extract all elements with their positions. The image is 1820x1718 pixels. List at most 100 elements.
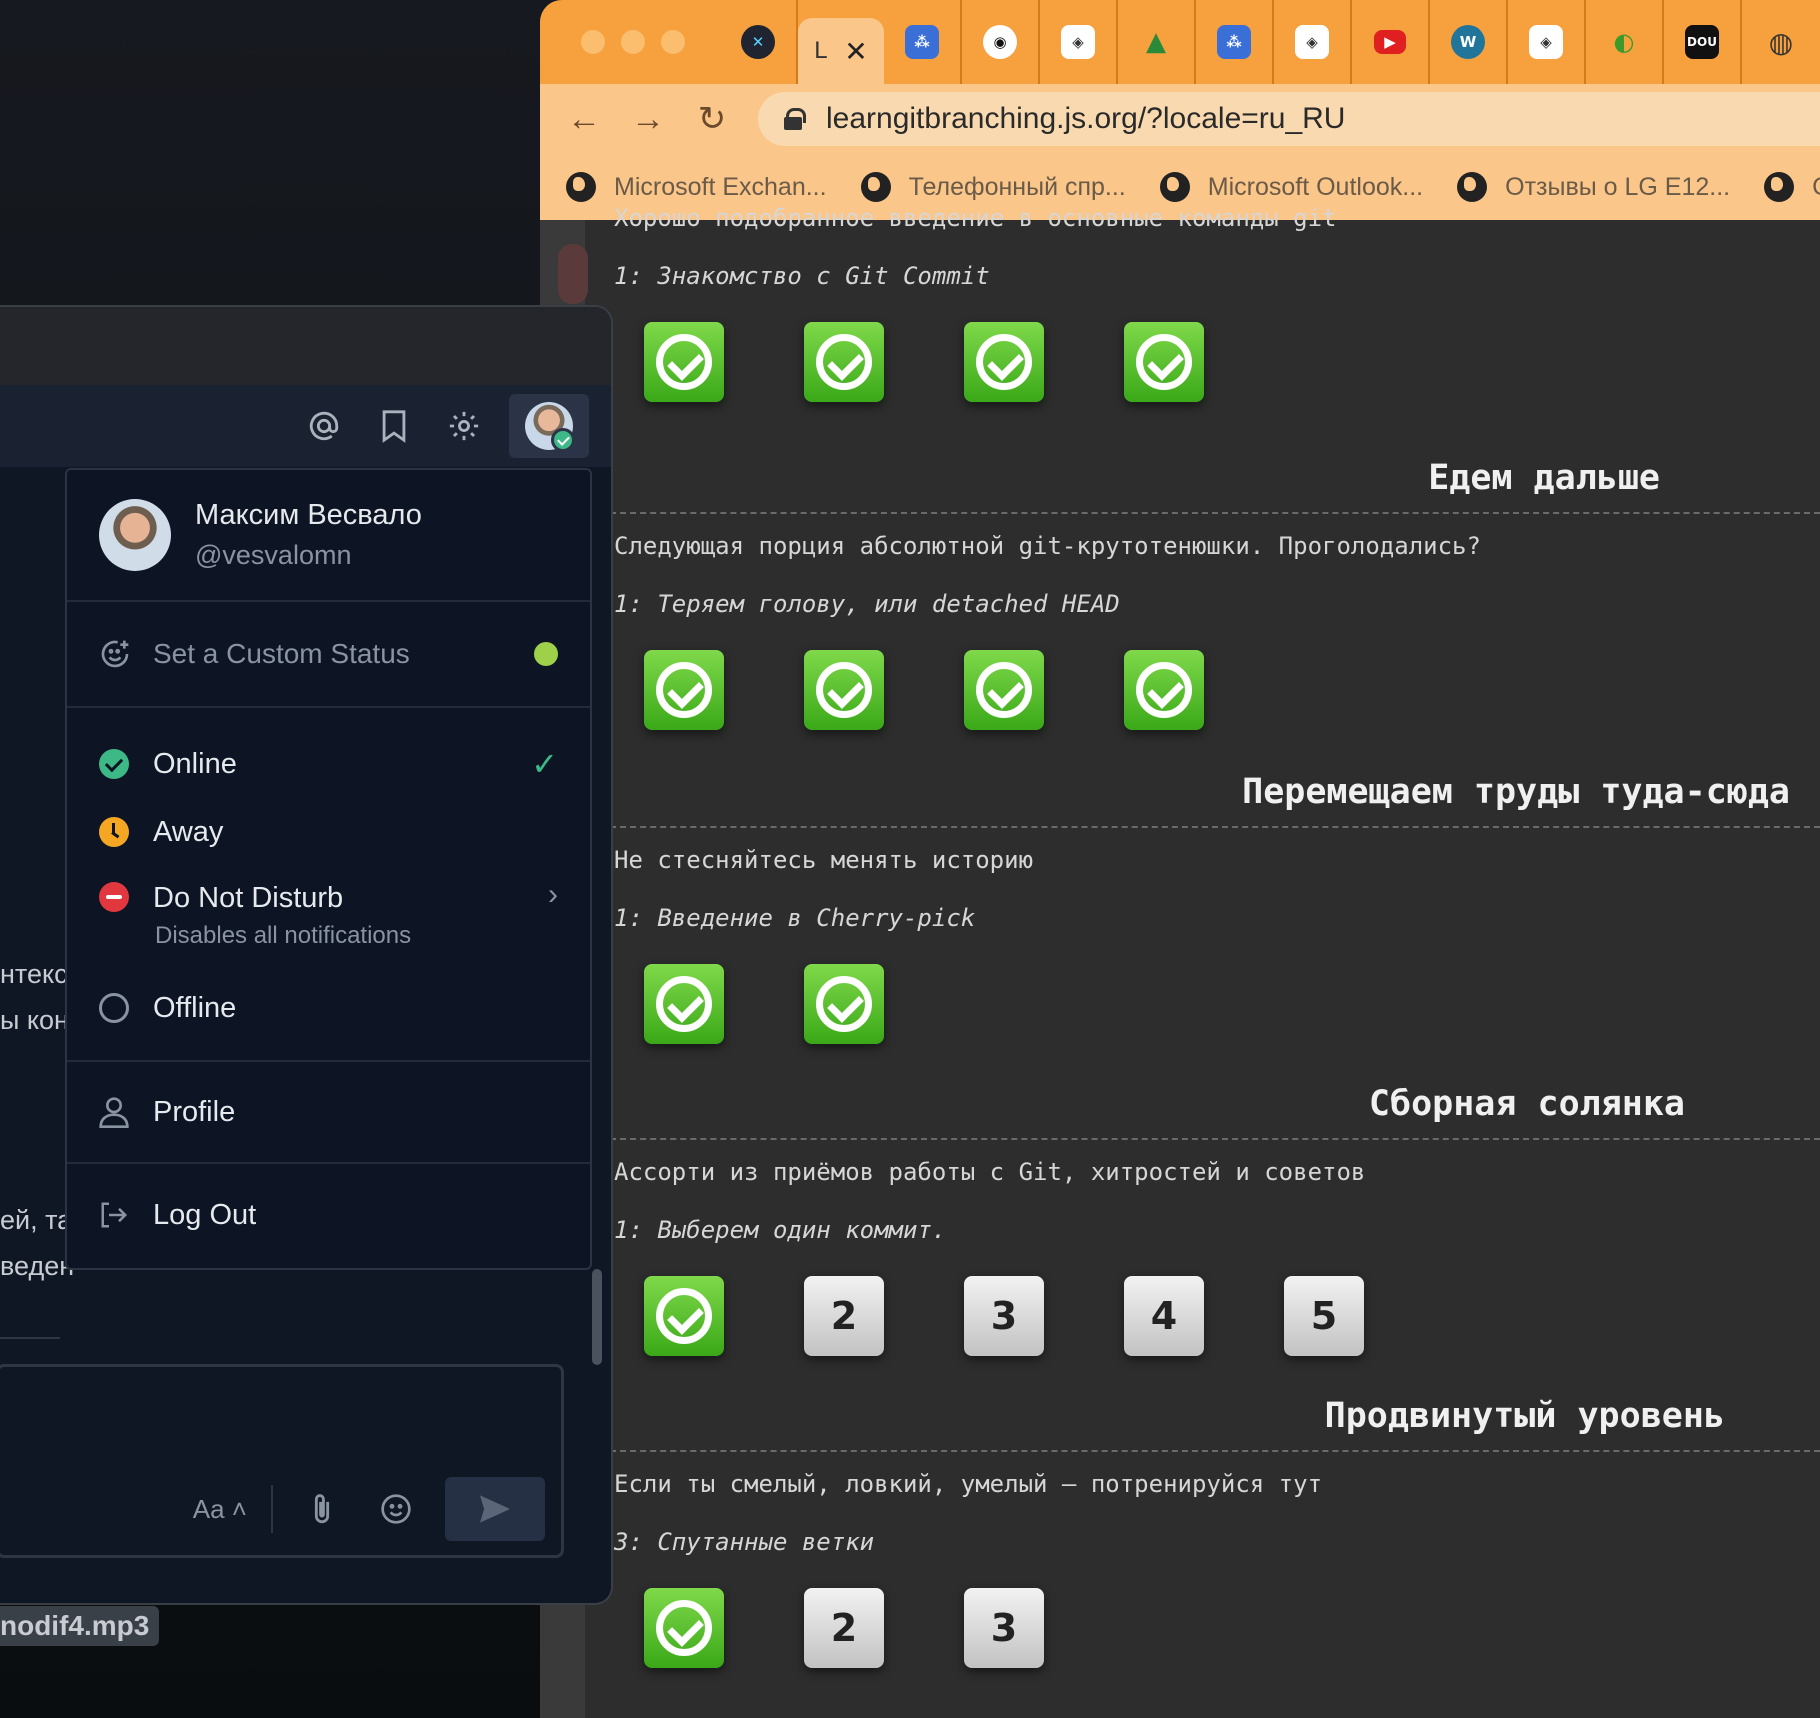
level-completed-button[interactable] bbox=[644, 1276, 724, 1356]
globe-icon bbox=[1159, 172, 1190, 202]
scrollbar[interactable] bbox=[592, 1269, 602, 1365]
checkmark-icon bbox=[656, 662, 712, 718]
level-list: 23 bbox=[614, 1588, 1820, 1668]
send-icon bbox=[480, 1495, 510, 1523]
section-5: Продвинутый уровень Если ты смелый, ловк… bbox=[600, 1396, 1820, 1668]
level-number-button[interactable]: 5 bbox=[1284, 1276, 1364, 1356]
user-handle: @vesvalomn bbox=[195, 540, 352, 570]
forward-button[interactable]: → bbox=[616, 100, 680, 139]
message-composer[interactable]: Aa ˄ bbox=[0, 1364, 564, 1558]
back-button[interactable]: ← bbox=[552, 100, 616, 139]
bookmark-item[interactable]: Телефонный спр... bbox=[860, 172, 1126, 202]
section-4: Сборная солянка Ассорти из приёмов работ… bbox=[600, 1084, 1820, 1356]
section-sub: 1: Выберем один коммит. bbox=[614, 1216, 947, 1244]
checkmark-icon bbox=[816, 334, 872, 390]
profile-item[interactable]: Profile bbox=[67, 1062, 590, 1164]
bookmark-item[interactable]: C bbox=[1764, 172, 1820, 202]
tab-extension[interactable]: ◐ bbox=[1586, 0, 1664, 84]
section-desc: Следующая порция абсолютной git-крутотен… bbox=[614, 532, 1481, 560]
formatting-toggle[interactable]: Aa ˄ bbox=[193, 1494, 247, 1525]
checkmark-icon: ✓ bbox=[531, 746, 558, 782]
level-select-page: Хорошо подобранное введение в основные к… bbox=[540, 204, 1820, 1718]
level-completed-button[interactable] bbox=[804, 650, 884, 730]
checkmark-icon bbox=[976, 334, 1032, 390]
level-number-button[interactable]: 2 bbox=[804, 1588, 884, 1668]
reload-button[interactable]: ↻ bbox=[680, 99, 744, 139]
tab-git-branching[interactable]: ⁂ bbox=[884, 0, 962, 84]
status-online-item[interactable]: Online ✓ bbox=[67, 730, 590, 798]
bookmark-item[interactable]: Microsoft Outlook... bbox=[1159, 172, 1423, 202]
chat-header bbox=[0, 385, 611, 467]
status-offline-item[interactable]: Offline bbox=[67, 974, 590, 1042]
desktop-file-label[interactable]: nodif4.mp3 bbox=[0, 1606, 160, 1646]
bookmark-item[interactable]: Microsoft Exchan... bbox=[566, 172, 827, 202]
github-icon: ◉ bbox=[983, 25, 1017, 59]
send-button[interactable] bbox=[445, 1477, 545, 1541]
chrome-icon: ◍ bbox=[1768, 25, 1794, 59]
status-away-item[interactable]: Away bbox=[67, 798, 590, 866]
close-tab-icon[interactable]: ✕ bbox=[844, 35, 867, 68]
level-completed-button[interactable] bbox=[804, 964, 884, 1044]
section-sub: 1: Знакомство с Git Commit bbox=[614, 262, 990, 290]
level-number-button[interactable]: 2 bbox=[804, 1276, 884, 1356]
level-completed-button[interactable] bbox=[1124, 322, 1204, 402]
tab-devtools[interactable]: ✕ bbox=[720, 0, 798, 84]
level-completed-button[interactable] bbox=[804, 322, 884, 402]
account-avatar-button[interactable] bbox=[509, 394, 589, 458]
level-completed-button[interactable] bbox=[644, 1588, 724, 1668]
tab-wordpress[interactable]: W bbox=[1430, 0, 1508, 84]
level-completed-button[interactable] bbox=[644, 650, 724, 730]
checkmark-icon bbox=[656, 334, 712, 390]
level-number-button[interactable]: 3 bbox=[964, 1276, 1044, 1356]
section-title: Продвинутый уровень bbox=[600, 1396, 1820, 1452]
saved-messages-icon[interactable] bbox=[369, 401, 419, 451]
level-completed-button[interactable] bbox=[644, 322, 724, 402]
emoji-icon[interactable] bbox=[371, 1484, 421, 1534]
status-dnd-item[interactable]: Do Not Disturb Disables all notification… bbox=[67, 866, 590, 974]
checkmark-icon bbox=[1136, 662, 1192, 718]
level-completed-button[interactable] bbox=[1124, 650, 1204, 730]
tab-codewars[interactable]: ◈ bbox=[1040, 0, 1118, 84]
section-3: Перемещаем труды туда-сюда Не стесняйтес… bbox=[600, 772, 1820, 1044]
online-status-icon bbox=[551, 428, 575, 452]
status-indicator bbox=[534, 642, 558, 666]
tab-google-drive[interactable]: ▲ bbox=[1118, 0, 1196, 84]
tab-youtube[interactable]: ▶ bbox=[1352, 0, 1430, 84]
tab-codewars-2[interactable]: ◈ bbox=[1274, 0, 1352, 84]
section-desc: Хорошо подобранное введение в основные к… bbox=[614, 204, 1337, 232]
set-custom-status-item[interactable]: Set a Custom Status bbox=[67, 602, 590, 708]
tab-chrome[interactable]: ◍ bbox=[1742, 0, 1820, 84]
tab-dou[interactable]: DOU bbox=[1664, 0, 1742, 84]
checkmark-icon bbox=[976, 662, 1032, 718]
logout-icon bbox=[101, 1202, 128, 1228]
minimize-window-button[interactable] bbox=[621, 30, 645, 54]
globe-icon bbox=[1457, 172, 1488, 202]
level-completed-button[interactable] bbox=[964, 322, 1044, 402]
message-fragment: нтекс bbox=[0, 959, 68, 989]
level-completed-button[interactable] bbox=[964, 650, 1044, 730]
tab-github[interactable]: ◉ bbox=[962, 0, 1040, 84]
youtube-icon: ▶ bbox=[1374, 30, 1406, 54]
checkmark-icon bbox=[1136, 334, 1192, 390]
logout-item[interactable]: Log Out bbox=[67, 1164, 590, 1266]
browser-toolbar: ← → ↻ learngitbranching.js.org/?locale=r… bbox=[540, 84, 1820, 154]
close-window-button[interactable] bbox=[581, 30, 605, 54]
level-completed-button[interactable] bbox=[644, 964, 724, 1044]
settings-gear-icon[interactable] bbox=[439, 401, 489, 451]
wordpress-icon: W bbox=[1451, 25, 1485, 59]
globe-icon bbox=[1764, 172, 1795, 202]
tab-codewars-3[interactable]: ◈ bbox=[1508, 0, 1586, 84]
tab-learngitbranching[interactable]: L ✕ bbox=[798, 18, 884, 84]
attachment-icon[interactable] bbox=[297, 1484, 347, 1534]
address-bar[interactable]: learngitbranching.js.org/?locale=ru_RU bbox=[758, 92, 1820, 146]
bookmark-item[interactable]: Отзывы о LG E12... bbox=[1457, 172, 1730, 202]
level-number-button[interactable]: 3 bbox=[964, 1588, 1044, 1668]
tab-git-branching-2[interactable]: ⁂ bbox=[1196, 0, 1274, 84]
level-number-button[interactable]: 4 bbox=[1124, 1276, 1204, 1356]
section-2: Едем дальше Следующая порция абсолютной … bbox=[600, 458, 1820, 730]
offline-icon bbox=[99, 993, 129, 1023]
section-title: Сборная солянка bbox=[600, 1084, 1820, 1140]
maximize-window-button[interactable] bbox=[661, 30, 685, 54]
git-branching-icon: ⁂ bbox=[1217, 25, 1251, 59]
mentions-icon[interactable] bbox=[299, 401, 349, 451]
